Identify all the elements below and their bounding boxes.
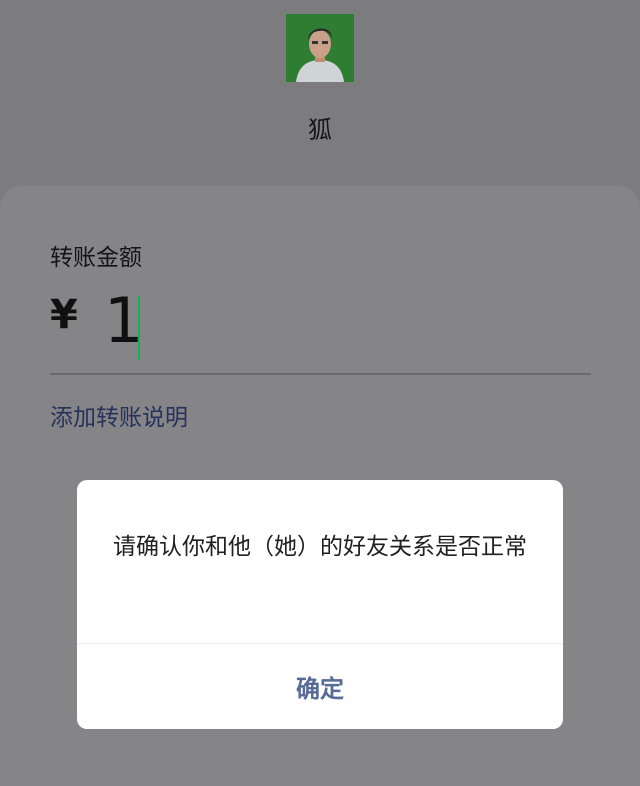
dialog-message: 请确认你和他（她）的好友关系是否正常 — [113, 534, 527, 560]
confirm-button[interactable]: 确定 — [77, 644, 563, 729]
add-transfer-note-link[interactable]: 添加转账说明 — [50, 398, 188, 432]
avatar[interactable] — [286, 14, 354, 82]
confirm-dialog: 请确认你和他（她）的好友关系是否正常 确定 — [77, 480, 563, 729]
amount-divider — [50, 373, 591, 375]
currency-symbol: ¥ — [50, 292, 78, 338]
text-cursor — [138, 296, 140, 360]
recipient-name: 狐 — [308, 116, 332, 144]
user-avatar-icon — [286, 14, 354, 82]
amount-label: 转账金额 — [50, 245, 142, 271]
